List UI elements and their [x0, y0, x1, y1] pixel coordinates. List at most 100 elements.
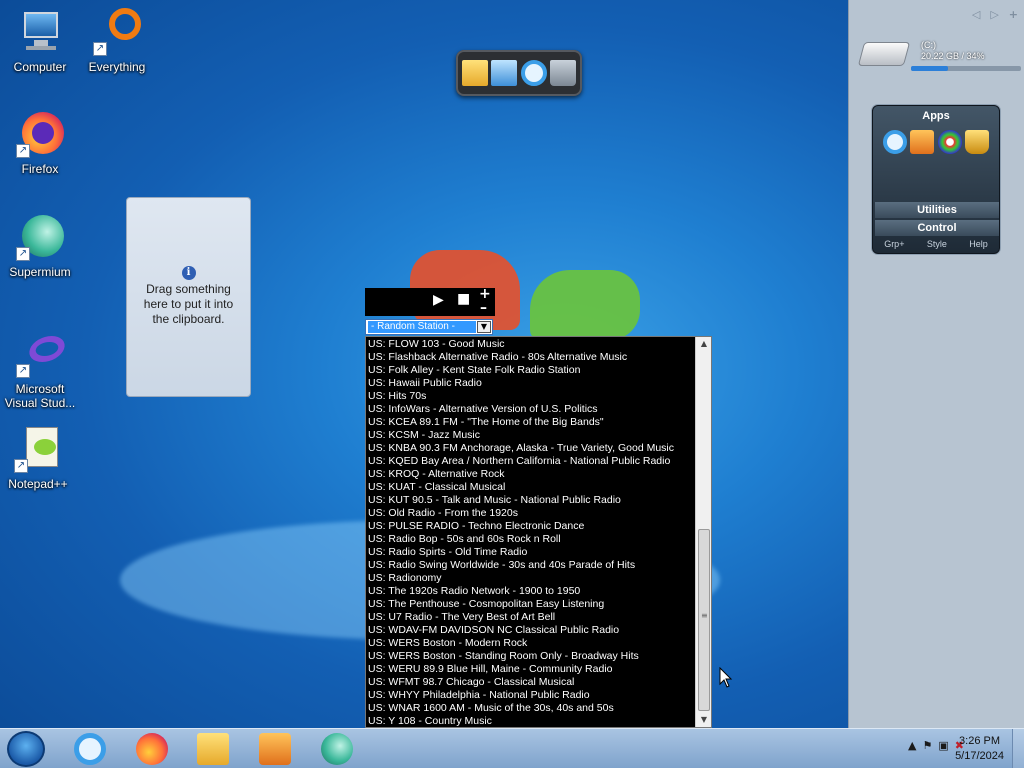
- clock[interactable]: 3:26 PM 5/17/2024: [955, 734, 1004, 764]
- apps-gadget: Apps Utilities Control Grp+ Style Help: [872, 105, 1000, 254]
- taskbar-internet-explorer-icon[interactable]: [74, 733, 106, 765]
- group-add-button[interactable]: Grp+: [884, 239, 904, 249]
- desktop-icon-visual-studio[interactable]: ↗ Microsoft Visual Stud...: [3, 330, 77, 410]
- station-list-scrollbar[interactable]: ▲ ≡ ▼: [695, 337, 711, 727]
- drive-meter-gadget[interactable]: (C:) 20.22 GB / 34%: [857, 38, 1021, 74]
- show-hidden-icons-icon[interactable]: ▲: [908, 739, 916, 752]
- desktop-icon-label: Supermium: [9, 265, 71, 279]
- station-list-item[interactable]: US: WFMT 98.7 Chicago - Classical Musica…: [366, 676, 696, 689]
- station-select[interactable]: - Random Station - ▼: [365, 319, 493, 335]
- network-icon[interactable]: [491, 60, 518, 86]
- station-list-item[interactable]: US: WHYY Philadelphia - National Public …: [366, 689, 696, 702]
- desktop-icon-computer[interactable]: Computer: [5, 8, 75, 74]
- station-list-item[interactable]: US: KQED Bay Area / Northern California …: [366, 455, 696, 468]
- show-desktop-button[interactable]: [1012, 729, 1024, 768]
- desktop-icon-label: Everything: [88, 60, 146, 74]
- quick-launch-dock: [456, 50, 582, 96]
- station-list-item[interactable]: US: Radio Spirts - Old Time Radio: [366, 546, 696, 559]
- computer-icon: [16, 8, 64, 56]
- station-list-item[interactable]: US: Hawaii Public Radio: [366, 377, 696, 390]
- scroll-down-icon[interactable]: ▼: [696, 713, 711, 727]
- station-list-item[interactable]: US: KCEA 89.1 FM - "The Home of the Big …: [366, 416, 696, 429]
- style-button[interactable]: Style: [927, 239, 947, 249]
- taskbar-explorer-icon[interactable]: [197, 733, 229, 765]
- station-list-item[interactable]: US: WDAV-FM DAVIDSON NC Classical Public…: [366, 624, 696, 637]
- station-list[interactable]: US: FLOW 103 - Good Music US: Flashback A…: [365, 336, 712, 728]
- desktop-icon-everything[interactable]: ↗ Everything: [82, 8, 152, 74]
- help-button[interactable]: Help: [969, 239, 988, 249]
- chevron-down-icon[interactable]: ▼: [477, 321, 491, 333]
- add-gadget-icon[interactable]: +: [1009, 8, 1018, 21]
- station-list-item[interactable]: US: KROQ - Alternative Rock: [366, 468, 696, 481]
- desktop-icon-supermium[interactable]: ↗ Supermium: [5, 213, 75, 279]
- paint-icon[interactable]: [937, 130, 962, 154]
- taskbar-media-player-icon[interactable]: [259, 733, 291, 765]
- desktop-icon-label: Microsoft Visual Stud...: [4, 382, 76, 410]
- station-list-item[interactable]: US: KCSM - Jazz Music: [366, 429, 696, 442]
- scroll-thumb[interactable]: ≡: [698, 529, 710, 711]
- internet-explorer-icon[interactable]: [520, 60, 547, 86]
- taskbar-firefox-icon[interactable]: [136, 733, 168, 765]
- trophy-icon[interactable]: [965, 130, 990, 154]
- station-list-item[interactable]: US: InfoWars - Alternative Version of U.…: [366, 403, 696, 416]
- station-list-item[interactable]: US: KNBA 90.3 FM Anchorage, Alaska - Tru…: [366, 442, 696, 455]
- station-list-item[interactable]: US: Radio Bop - 50s and 60s Rock n Roll: [366, 533, 696, 546]
- next-icon[interactable]: ▷: [990, 8, 998, 21]
- visual-studio-icon: ↗: [16, 330, 69, 378]
- clipboard-text: Drag something here to put it into the c…: [143, 282, 234, 326]
- apps-title: Apps: [922, 110, 950, 122]
- station-list-item[interactable]: US: WERS Boston - Modern Rock: [366, 637, 696, 650]
- station-list-item[interactable]: US: Folk Alley - Kent State Folk Radio S…: [366, 364, 696, 377]
- scroll-up-icon[interactable]: ▲: [696, 337, 711, 351]
- shortcut-arrow-icon: ↗: [14, 459, 28, 473]
- stop-icon[interactable]: ■: [457, 291, 470, 307]
- station-list-item[interactable]: US: KUT 90.5 - Talk and Music - National…: [366, 494, 696, 507]
- action-center-flag-icon[interactable]: ⚑: [923, 739, 933, 752]
- firefox-icon: ↗: [16, 110, 64, 158]
- previous-icon[interactable]: ◁: [972, 8, 980, 21]
- drive-label: (C:) 20.22 GB / 34%: [921, 40, 985, 61]
- internet-explorer-icon[interactable]: [882, 130, 907, 154]
- shortcut-arrow-icon: ↗: [16, 144, 30, 158]
- station-list-item[interactable]: US: The Penthouse - Cosmopolitan Easy Li…: [366, 598, 696, 611]
- recycle-bin-icon[interactable]: [550, 60, 577, 86]
- station-list-item[interactable]: US: Y 108 - Country Music: [366, 715, 696, 727]
- info-icon: i: [181, 266, 196, 280]
- control-button[interactable]: Control: [875, 220, 999, 236]
- station-list-item[interactable]: US: Flashback Alternative Radio - 80s Al…: [366, 351, 696, 364]
- shortcut-arrow-icon: ↗: [93, 42, 107, 56]
- station-list-item[interactable]: US: Old Radio - From the 1920s: [366, 507, 696, 520]
- hard-drive-icon: [857, 42, 911, 66]
- clipboard-gadget[interactable]: i Drag something here to put it into the…: [126, 197, 251, 397]
- folder-icon[interactable]: [461, 60, 488, 86]
- drive-usage-bar: [911, 66, 1021, 71]
- media-player-icon[interactable]: [910, 130, 935, 154]
- play-icon[interactable]: ▶: [433, 292, 444, 308]
- station-list-item[interactable]: US: Radionomy: [366, 572, 696, 585]
- desktop-icon-notepadpp[interactable]: ↗ Notepad++: [3, 425, 73, 491]
- station-list-item[interactable]: US: PULSE RADIO - Techno Electronic Danc…: [366, 520, 696, 533]
- station-list-item[interactable]: US: Hits 70s: [366, 390, 696, 403]
- clock-date: 5/17/2024: [955, 750, 1004, 762]
- desktop-icon-label: Computer: [13, 60, 67, 74]
- station-list-item[interactable]: US: FLOW 103 - Good Music: [366, 338, 696, 351]
- station-list-item[interactable]: US: The 1920s Radio Network - 1900 to 19…: [366, 585, 696, 598]
- desktop-icon-label: Firefox: [21, 162, 59, 176]
- station-select-value: - Random Station -: [368, 321, 476, 333]
- station-list-items: US: FLOW 103 - Good Music US: Flashback A…: [366, 338, 696, 727]
- volume-down-icon[interactable]: –: [480, 300, 487, 316]
- start-button[interactable]: [7, 731, 45, 767]
- station-list-item[interactable]: US: U7 Radio - The Very Best of Art Bell: [366, 611, 696, 624]
- utilities-button[interactable]: Utilities: [875, 202, 999, 218]
- supermium-icon: ↗: [16, 213, 64, 261]
- station-list-item[interactable]: US: KUAT - Classical Musical: [366, 481, 696, 494]
- station-list-item[interactable]: US: WNAR 1600 AM - Music of the 30s, 40s…: [366, 702, 696, 715]
- desktop-icon-firefox[interactable]: ↗ Firefox: [5, 110, 75, 176]
- station-list-item[interactable]: US: Radio Swing Worldwide - 30s and 40s …: [366, 559, 696, 572]
- network-status-icon[interactable]: ▣: [938, 739, 948, 752]
- station-list-item[interactable]: US: WERU 89.9 Blue Hill, Maine - Communi…: [366, 663, 696, 676]
- taskbar-supermium-icon[interactable]: [321, 733, 353, 765]
- taskbar: ▲ ⚑ ▣ ✖ 3:26 PM 5/17/2024: [0, 728, 1024, 768]
- station-list-item[interactable]: US: WERS Boston - Standing Room Only - B…: [366, 650, 696, 663]
- desktop-icon-label: Notepad++: [8, 477, 68, 491]
